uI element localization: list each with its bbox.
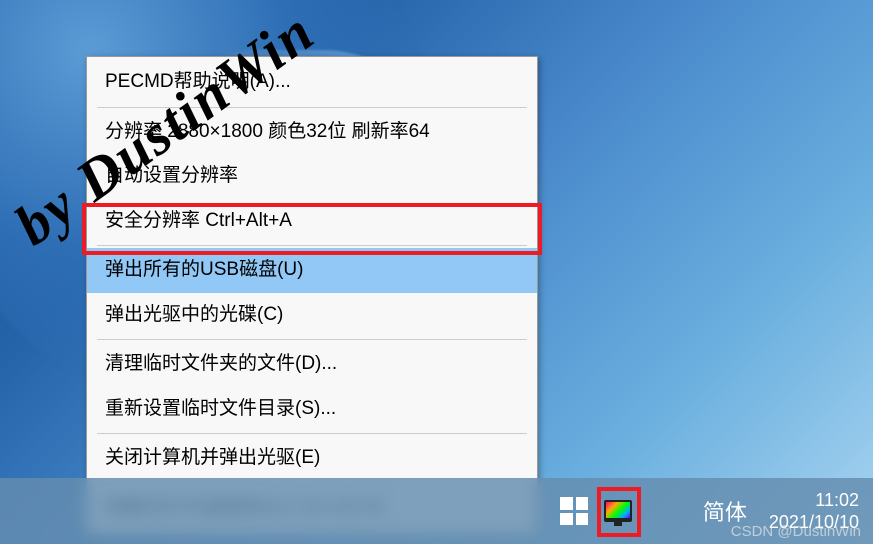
menu-item[interactable]: 分辨率 2880×1800 颜色32位 刷新率64 [87,110,537,155]
menu-separator [97,245,527,246]
menu-item[interactable]: 自动设置分辨率 [87,154,537,199]
start-button[interactable] [560,497,588,525]
menu-separator [97,107,527,108]
clock-time: 11:02 [769,489,859,512]
tray-display-icon[interactable] [598,491,638,531]
menu-item[interactable]: 清理临时文件夹的文件(D)... [87,342,537,387]
menu-item[interactable]: 关闭计算机并弹出光驱(E) [87,436,537,481]
menu-item[interactable]: 弹出光驱中的光碟(C) [87,293,537,338]
menu-item[interactable]: 重新设置临时文件目录(S)... [87,387,537,432]
monitor-icon [604,500,632,522]
menu-separator [97,433,527,434]
menu-separator [97,339,527,340]
pecmd-context-menu: PECMD帮助说明(A)... 分辨率 2880×1800 颜色32位 刷新率64… [86,56,538,534]
csdn-watermark: CSDN @DustinWin [731,523,861,540]
menu-item[interactable]: 安全分辨率 Ctrl+Alt+A [87,199,537,244]
menu-item[interactable]: PECMD帮助说明(A)... [87,60,537,105]
menu-item[interactable]: 弹出所有的USB磁盘(U) [87,248,537,293]
